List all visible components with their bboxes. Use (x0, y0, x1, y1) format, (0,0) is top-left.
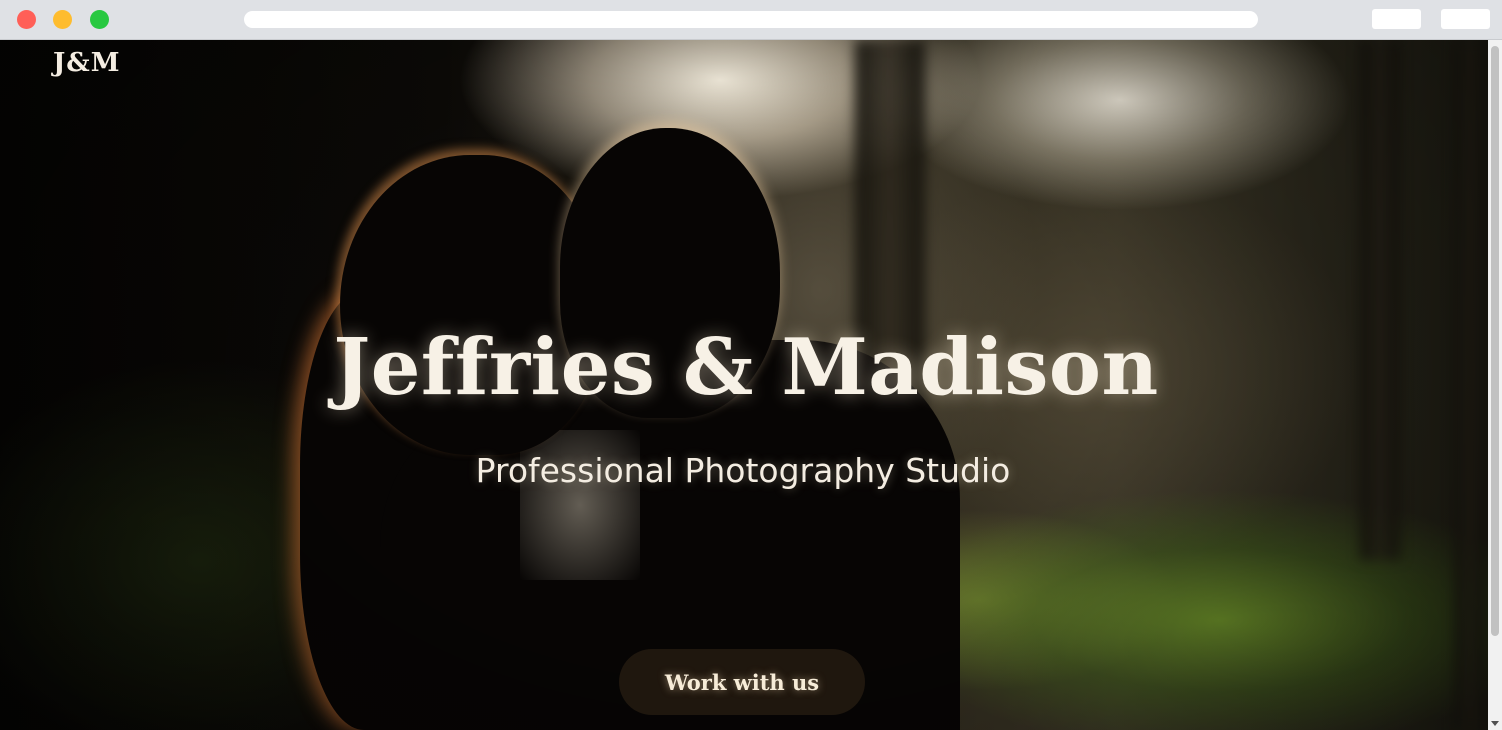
hero-section: J&M Jeffries & Madison Professional Phot… (0, 40, 1488, 730)
scrollbar-thumb[interactable] (1491, 46, 1499, 636)
page-viewport: J&M Jeffries & Madison Professional Phot… (0, 40, 1488, 730)
scroll-down-arrow-icon[interactable] (1491, 721, 1499, 726)
site-logo[interactable]: J&M (53, 48, 121, 78)
browser-toolbar (0, 0, 1502, 40)
hero-subtitle: Professional Photography Studio (475, 451, 1011, 490)
vertical-scrollbar[interactable] (1488, 40, 1502, 730)
close-window-icon[interactable] (17, 10, 36, 29)
browser-action-button-2[interactable] (1441, 9, 1490, 29)
minimize-window-icon[interactable] (53, 10, 72, 29)
work-with-us-button[interactable]: Work with us (619, 649, 865, 715)
browser-action-button-1[interactable] (1372, 9, 1421, 29)
maximize-window-icon[interactable] (90, 10, 109, 29)
address-bar[interactable] (244, 11, 1258, 28)
hero-title: Jeffries & Madison (333, 322, 1159, 413)
